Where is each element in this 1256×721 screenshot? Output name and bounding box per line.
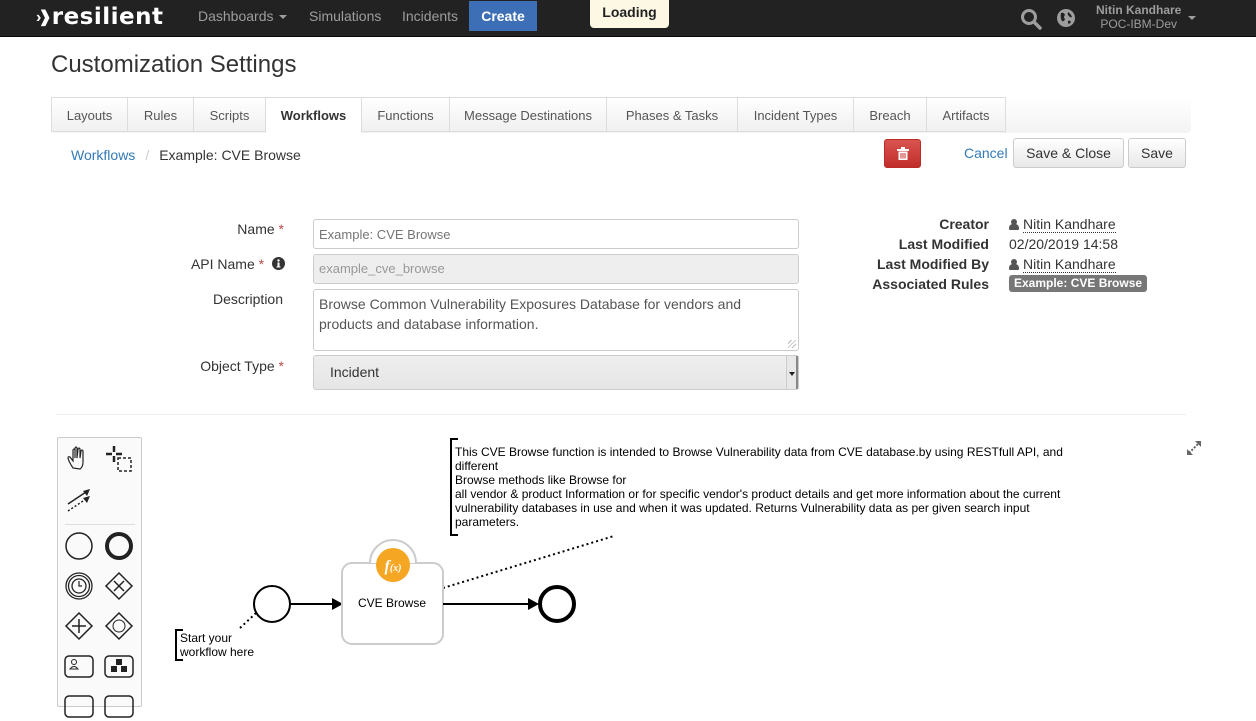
- workflow-diagram: f(x): [175, 438, 615, 661]
- annotation-line: all vendor & product Information or for …: [455, 487, 1061, 501]
- association-line: [442, 535, 615, 589]
- annotation-line: workflow here: [180, 645, 255, 659]
- annotation-line: parameters.: [455, 515, 520, 529]
- fullscreen-expand-icon[interactable]: [1186, 440, 1202, 456]
- annotation-line: Start your: [180, 631, 233, 645]
- start-event[interactable]: [253, 585, 291, 623]
- end-event[interactable]: [538, 585, 576, 623]
- annotation-line: Browse methods like Browse for: [455, 473, 627, 487]
- function-annotation[interactable]: This CVE Browse function is intended to …: [455, 445, 1095, 529]
- annotation-line: different: [455, 459, 499, 473]
- task-label: CVE Browse: [357, 596, 427, 610]
- start-association-line: [239, 612, 257, 629]
- start-annotation[interactable]: Start your workflow here: [180, 631, 254, 659]
- annotation-line: vulnerability databases in use and when …: [455, 501, 1030, 515]
- annotation-line: This CVE Browse function is intended to …: [455, 445, 1063, 459]
- flow-arrowhead: [528, 598, 539, 610]
